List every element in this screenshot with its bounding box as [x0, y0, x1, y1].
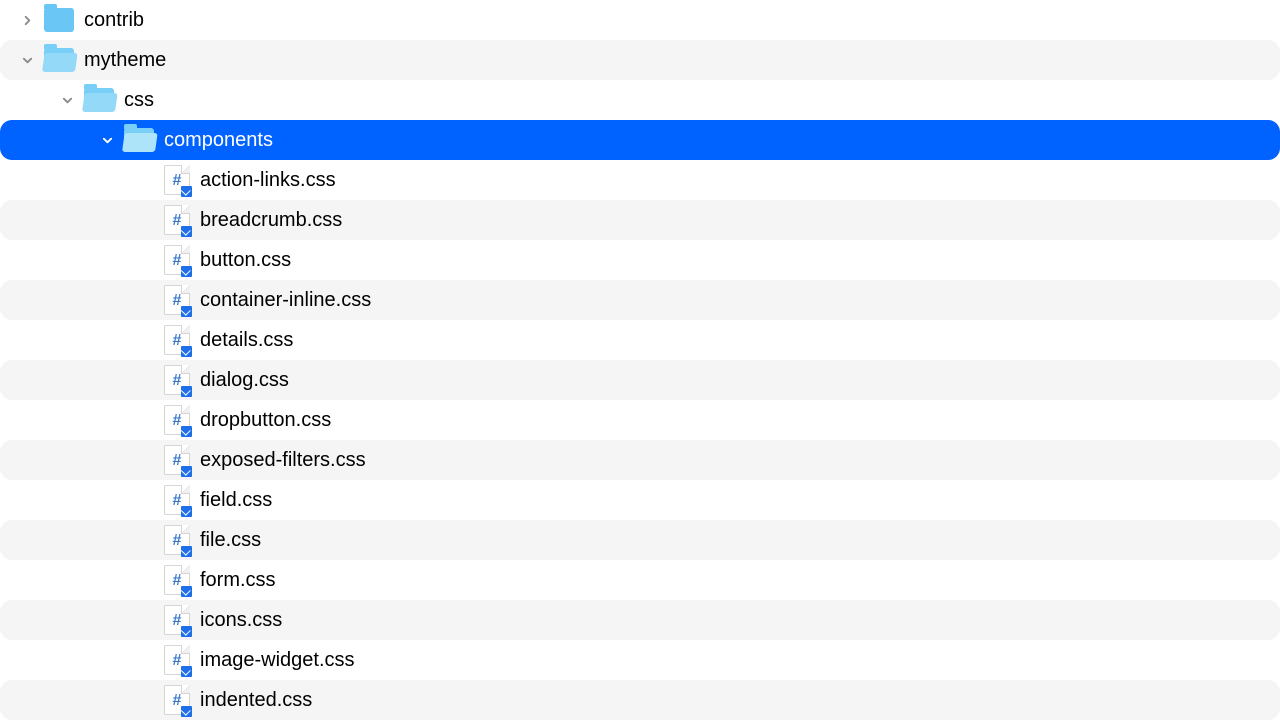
css-file-icon: #	[164, 445, 190, 475]
css-file-icon: #	[164, 685, 190, 715]
css-file-icon: #	[164, 605, 190, 635]
file-label: indented.css	[200, 689, 312, 712]
file-tree: contrib mytheme css components # action-links…	[0, 0, 1280, 720]
folder-row[interactable]: mytheme	[0, 40, 1280, 80]
file-label: image-widget.css	[200, 649, 355, 672]
folder-label: css	[124, 89, 154, 112]
file-label: action-links.css	[200, 169, 336, 192]
file-label: form.css	[200, 569, 276, 592]
file-row[interactable]: # dialog.css	[0, 360, 1280, 400]
folder-row[interactable]: contrib	[0, 0, 1280, 40]
folder-icon	[44, 48, 74, 72]
file-label: breadcrumb.css	[200, 209, 342, 232]
folder-icon	[84, 88, 114, 112]
chevron-down-icon[interactable]	[16, 55, 38, 66]
file-row[interactable]: # form.css	[0, 560, 1280, 600]
file-label: dropbutton.css	[200, 409, 331, 432]
file-label: icons.css	[200, 609, 282, 632]
file-label: container-inline.css	[200, 289, 371, 312]
folder-icon	[44, 8, 74, 32]
file-row[interactable]: # field.css	[0, 480, 1280, 520]
css-file-icon: #	[164, 245, 190, 275]
file-label: dialog.css	[200, 369, 289, 392]
file-row[interactable]: # dropbutton.css	[0, 400, 1280, 440]
file-row[interactable]: # indented.css	[0, 680, 1280, 720]
css-file-icon: #	[164, 205, 190, 235]
file-row[interactable]: # image-widget.css	[0, 640, 1280, 680]
file-row[interactable]: # container-inline.css	[0, 280, 1280, 320]
folder-label: mytheme	[84, 49, 166, 72]
file-row[interactable]: # action-links.css	[0, 160, 1280, 200]
css-file-icon: #	[164, 645, 190, 675]
css-file-icon: #	[164, 325, 190, 355]
chevron-down-icon[interactable]	[96, 135, 118, 146]
file-label: exposed-filters.css	[200, 449, 366, 472]
folder-label: components	[164, 129, 273, 152]
file-label: file.css	[200, 529, 261, 552]
css-file-icon: #	[164, 565, 190, 595]
folder-label: contrib	[84, 9, 144, 32]
css-file-icon: #	[164, 285, 190, 315]
folder-icon	[124, 128, 154, 152]
file-row[interactable]: # breadcrumb.css	[0, 200, 1280, 240]
css-file-icon: #	[164, 485, 190, 515]
file-row[interactable]: # file.css	[0, 520, 1280, 560]
folder-row[interactable]: components	[0, 120, 1280, 160]
file-row[interactable]: # details.css	[0, 320, 1280, 360]
file-label: field.css	[200, 489, 272, 512]
css-file-icon: #	[164, 405, 190, 435]
chevron-right-icon[interactable]	[16, 15, 38, 26]
css-file-icon: #	[164, 365, 190, 395]
file-label: details.css	[200, 329, 293, 352]
file-row[interactable]: # button.css	[0, 240, 1280, 280]
css-file-icon: #	[164, 525, 190, 555]
chevron-down-icon[interactable]	[56, 95, 78, 106]
file-label: button.css	[200, 249, 291, 272]
css-file-icon: #	[164, 165, 190, 195]
folder-row[interactable]: css	[0, 80, 1280, 120]
file-row[interactable]: # icons.css	[0, 600, 1280, 640]
file-row[interactable]: # exposed-filters.css	[0, 440, 1280, 480]
